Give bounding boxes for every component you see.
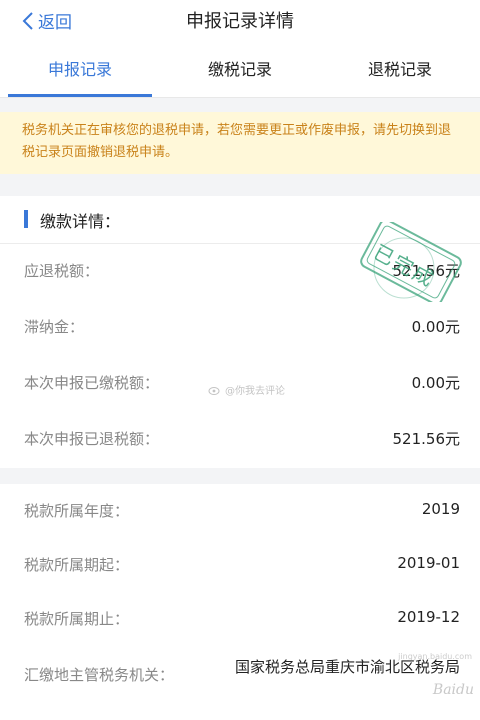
watermark-text: @你我去评论 <box>225 386 285 397</box>
row-label: 本次申报已退税额： <box>24 430 160 448</box>
row-label: 税款所属期止： <box>24 610 130 628</box>
row-label: 滞纳金： <box>24 318 85 336</box>
row-label: 应退税额： <box>24 262 100 280</box>
page: 返回 申报记录详情 申报记录 缴税记录 退税记录 税务机关正在审核您的退税申请，… <box>0 0 480 720</box>
detail-row: 本次申报已退税额： 521.56元 <box>0 412 480 468</box>
row-value: 0.00元 <box>411 318 460 336</box>
tab-refund-records[interactable]: 退税记录 <box>320 50 480 97</box>
row-label: 税款所属期起： <box>24 556 130 574</box>
row-label: 税款所属年度： <box>24 502 130 520</box>
weibo-icon <box>208 386 220 395</box>
tab-payment-records[interactable]: 缴税记录 <box>160 50 320 97</box>
detail-row: 税款所属期起： 2019-01 <box>0 538 480 594</box>
tab-declaration-records[interactable]: 申报记录 <box>0 50 160 97</box>
page-title: 申报记录详情 <box>186 11 294 32</box>
section-accent-bar <box>24 210 28 228</box>
corner-watermark-sub: jingyan.baidu.com <box>398 652 472 661</box>
section-title: 缴款详情： <box>40 212 121 231</box>
divider-gap <box>0 98 480 112</box>
row-value: 2019-01 <box>397 554 460 572</box>
weibo-watermark: @你我去评论 <box>208 382 285 397</box>
detail-row: 税款所属年度： 2019 <box>0 484 480 540</box>
tab-bar: 申报记录 缴税记录 退税记录 <box>0 50 480 98</box>
row-value: 521.56元 <box>392 430 461 448</box>
detail-row: 税款所属期止： 2019-12 <box>0 592 480 648</box>
corner-watermark: Baidu <box>432 682 474 698</box>
row-label: 本次申报已缴税额： <box>24 374 160 392</box>
row-value: 2019 <box>421 500 460 518</box>
nav-bar: 返回 申报记录详情 <box>0 0 480 40</box>
notice-banner: 税务机关正在审核您的退税申请，若您需要更正或作废申报，请先切换到退税记录页面撤销… <box>0 112 480 174</box>
section-header: 缴款详情： <box>0 196 480 244</box>
detail-row: 滞纳金： 0.00元 <box>0 300 480 356</box>
divider-gap <box>0 468 480 484</box>
row-value: 0.00元 <box>411 374 460 392</box>
divider-gap <box>0 174 480 196</box>
row-label: 汇缴地主管税务机关： <box>24 666 175 684</box>
row-value: 2019-12 <box>397 608 460 626</box>
